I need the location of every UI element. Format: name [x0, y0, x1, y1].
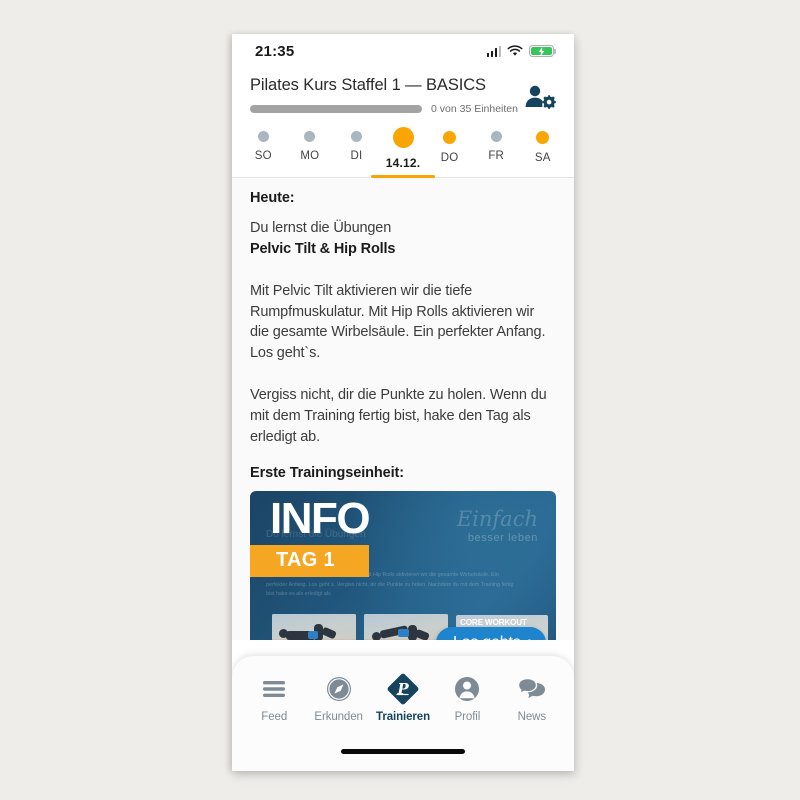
core-workout-title: CORE WORKOUT	[460, 618, 527, 628]
day-dot	[350, 131, 362, 142]
thumbnail-item[interactable]: 02 Übung — Hip Rolls	[364, 614, 448, 640]
nav-item-news[interactable]: News	[500, 674, 564, 723]
hamburger-menu-icon	[262, 674, 286, 704]
brand-watermark: Einfach besser leben	[457, 509, 538, 544]
person-icon	[454, 674, 480, 704]
day-dot	[536, 131, 550, 144]
nav-item-feed[interactable]: Feed	[242, 674, 306, 723]
user-settings-icon[interactable]	[522, 82, 556, 114]
info-card-title: INFO	[270, 494, 371, 544]
day-item-sa[interactable]: SA	[519, 127, 566, 177]
day-item-mo[interactable]: MO	[287, 127, 334, 177]
battery-charging-icon	[529, 44, 557, 58]
nav-item-trainieren[interactable]: P Trainieren	[371, 673, 435, 723]
chevron-right-icon: ›	[528, 632, 534, 640]
day-label: SA	[534, 152, 551, 164]
cellular-signal-icon	[486, 45, 501, 57]
day-label: DO	[440, 152, 459, 164]
lesson-content: Heute: Du lernst die Übungen Pelvic Tilt…	[232, 178, 574, 640]
day-label: 14.12.	[385, 156, 421, 170]
status-bar: 21:35	[232, 34, 574, 68]
compass-icon	[326, 674, 352, 704]
pilates-diamond-icon: P	[384, 673, 422, 705]
progress-label: 0 von 35 Einheiten	[431, 103, 518, 115]
nav-label: Trainieren	[376, 711, 430, 723]
nav-item-profil[interactable]: Profil	[435, 674, 499, 723]
day-label: FR	[488, 150, 505, 162]
day-item-fr[interactable]: FR	[473, 127, 520, 177]
watermark-line-2: besser leben	[467, 532, 538, 545]
info-card[interactable]: Einfach besser leben Du lernst die Übung…	[250, 491, 556, 640]
wifi-icon	[507, 45, 523, 56]
svg-text:P: P	[396, 680, 409, 698]
day-item-so[interactable]: SO	[240, 127, 287, 177]
progress-bar	[250, 105, 422, 113]
lesson-reminder: Vergiss nicht, dir die Punkte zu holen. …	[250, 387, 547, 445]
lesson-description: Mit Pelvic Tilt aktivieren wir die tiefe…	[250, 283, 546, 361]
nav-items: Feed Erkunden P Trainieren Profil News	[232, 656, 574, 723]
bottom-navigation-bar: Feed Erkunden P Trainieren Profil News	[232, 656, 574, 771]
thumbnail-item[interactable]: 01 Übung — Pelvic Tilt	[272, 614, 356, 640]
tag-badge: TAG 1	[250, 545, 369, 578]
session-heading: Erste Trainingseinheit:	[250, 465, 405, 482]
today-heading: Heute:	[250, 190, 295, 206]
status-icons	[486, 44, 557, 58]
start-button-label: Los gehts	[453, 634, 521, 640]
watermark-line-1: Einfach	[456, 507, 538, 532]
progress-row: 0 von 35 Einheiten	[250, 103, 556, 115]
day-item-selected[interactable]: 14.12.	[371, 127, 436, 178]
nav-item-erkunden[interactable]: Erkunden	[306, 674, 370, 723]
home-indicator[interactable]	[341, 749, 465, 754]
nav-label: Erkunden	[314, 711, 363, 723]
start-button[interactable]: Los gehts ›	[435, 627, 546, 640]
page-title: Pilates Kurs Staffel 1 — BASICS	[250, 76, 486, 94]
day-dot	[392, 127, 414, 148]
day-item-di[interactable]: DI	[333, 127, 380, 177]
intro-line: Du lernst die Übungen	[250, 220, 392, 236]
chat-bubbles-icon	[517, 674, 546, 704]
course-header: Pilates Kurs Staffel 1 — BASICS 0 von 35…	[232, 68, 574, 115]
phone-frame: 21:35 Pilates Kurs Staffel 1 — BASICS 0 …	[232, 34, 574, 771]
nav-label: Profil	[454, 711, 481, 723]
day-label: SO	[254, 150, 272, 162]
day-dot	[257, 131, 269, 142]
day-label: DI	[350, 150, 363, 162]
nav-label: Feed	[261, 711, 288, 723]
exercise-names: Pelvic Tilt & Hip Rolls	[250, 240, 396, 257]
day-label: MO	[300, 150, 320, 162]
day-dot	[443, 131, 457, 144]
day-dot	[490, 131, 502, 142]
day-dot	[304, 131, 316, 142]
hip-rolls-thumbnail-icon	[364, 614, 448, 640]
day-item-do[interactable]: DO	[426, 127, 473, 177]
day-selector-strip: SO MO DI 14.12. DO FR SA	[232, 127, 574, 178]
nav-label: News	[517, 711, 546, 723]
status-time: 21:35	[255, 42, 295, 60]
pelvic-tilt-thumbnail-icon	[272, 614, 356, 640]
